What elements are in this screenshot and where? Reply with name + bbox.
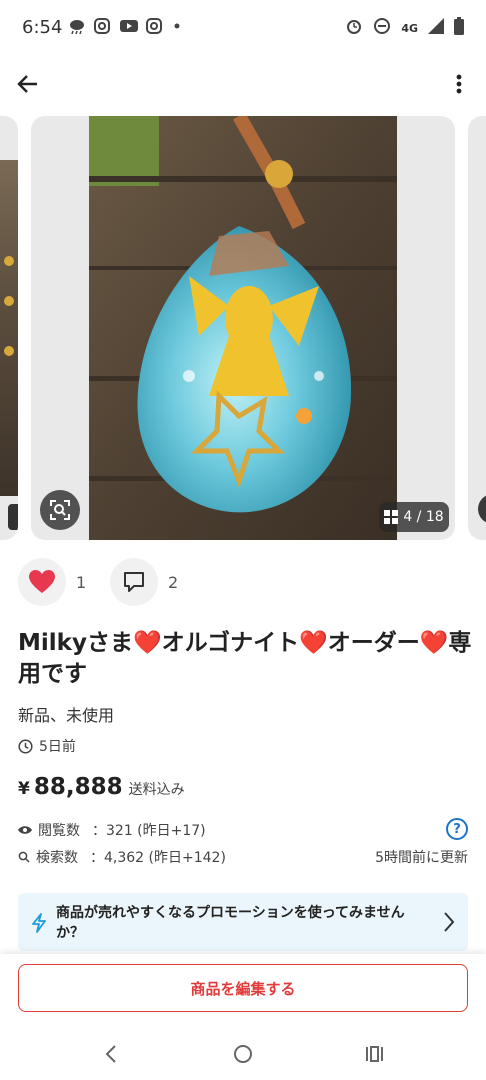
product-photo-image — [89, 116, 397, 540]
bottom-panel: 商品を編集する — [0, 954, 486, 1080]
edit-item-button[interactable]: 商品を編集する — [18, 964, 468, 1012]
instagram-icon — [94, 18, 112, 34]
views-row: 閲覧数 ：321 (昨日+17) — [18, 820, 206, 840]
nav-back-button[interactable] — [97, 1040, 125, 1068]
status-left-icons — [68, 18, 190, 35]
promotion-text: 商品が売れやすくなるプロモーションを使ってみませんか？ — [56, 905, 405, 941]
nav-recents-button[interactable] — [361, 1040, 389, 1068]
next-photo-badge — [478, 494, 486, 524]
chevron-right-icon — [444, 912, 455, 932]
nav-recents-icon — [366, 1046, 383, 1062]
youtube-icon — [120, 18, 138, 34]
views-label: 閲覧数 — [38, 823, 80, 839]
nav-home-button[interactable] — [229, 1040, 257, 1068]
status-right-icons: 4G — [345, 17, 464, 39]
heart-icon — [29, 570, 55, 593]
back-button[interactable] — [12, 68, 44, 100]
previous-photo[interactable] — [0, 116, 18, 540]
comment-count: 2 — [168, 572, 179, 592]
dot-icon — [172, 18, 190, 34]
alarm-icon — [345, 17, 363, 39]
like-button[interactable] — [18, 558, 66, 606]
price-currency: ¥ — [18, 779, 30, 799]
lightning-icon — [32, 913, 46, 933]
photo-gallery[interactable]: 4 / 18 — [0, 116, 486, 540]
photo-counter: 4 / 18 — [379, 502, 449, 532]
searches-value: ：4,362 (昨日+142) — [90, 850, 226, 866]
promotion-banner[interactable]: 商品が売れやすくなるプロモーションを使ってみませんか？ — [18, 893, 468, 951]
current-photo[interactable]: 4 / 18 — [31, 116, 455, 540]
do-not-disturb-icon — [373, 17, 391, 39]
app-bar — [0, 56, 486, 112]
nav-back-icon — [105, 1045, 116, 1063]
price-row: ¥ 88,888 送料込み — [18, 774, 185, 800]
comment-icon — [124, 572, 144, 592]
photo-counter-text: 4 / 18 — [403, 509, 444, 525]
nav-home-icon — [234, 1045, 252, 1063]
search-icon — [18, 851, 30, 863]
item-condition: 新品、未使用 — [18, 706, 115, 725]
arrow-left-icon — [17, 75, 37, 93]
item-title: Milkyさま❤️オルゴナイト❤️オーダー❤️専用です — [18, 630, 472, 687]
item-actions: 1 2 — [18, 558, 192, 606]
clock-icon — [18, 738, 33, 754]
shipping-label: 送料込み — [128, 782, 185, 798]
searches-row: 検索数 ：4,362 (昨日+142) — [18, 847, 226, 867]
grid-icon — [384, 510, 399, 524]
instagram-icon — [146, 18, 164, 34]
views-value: ：321 (昨日+17) — [92, 823, 206, 839]
battery-icon — [454, 17, 464, 39]
updated-time: 5時間前に更新 — [375, 850, 468, 866]
more-options-button[interactable] — [448, 68, 470, 100]
previous-photo-image — [0, 160, 18, 496]
photo-detail — [4, 346, 14, 356]
posted-time-text: 5日前 — [39, 739, 76, 755]
searches-label: 検索数 — [36, 850, 78, 866]
eye-icon — [18, 826, 32, 834]
status-time: 6:54 — [22, 17, 63, 38]
price-value: 88,888 — [33, 774, 123, 800]
cloud-rain-icon — [68, 18, 86, 35]
next-photo[interactable] — [468, 116, 486, 540]
previous-photo-badge — [8, 504, 18, 530]
status-bar: 6:54 4G — [0, 0, 486, 56]
image-search-icon — [50, 500, 70, 520]
photo-detail — [4, 296, 14, 306]
network-type: 4G — [401, 21, 418, 35]
like-count: 1 — [76, 572, 87, 592]
more-vert-icon — [456, 74, 462, 94]
help-icon[interactable]: ? — [446, 818, 468, 840]
photo-detail — [4, 256, 14, 266]
signal-icon — [428, 18, 444, 38]
posted-time: 5日前 — [18, 736, 76, 756]
image-search-button[interactable] — [40, 490, 80, 530]
comment-button[interactable] — [110, 558, 158, 606]
system-nav-bar — [0, 1032, 486, 1074]
